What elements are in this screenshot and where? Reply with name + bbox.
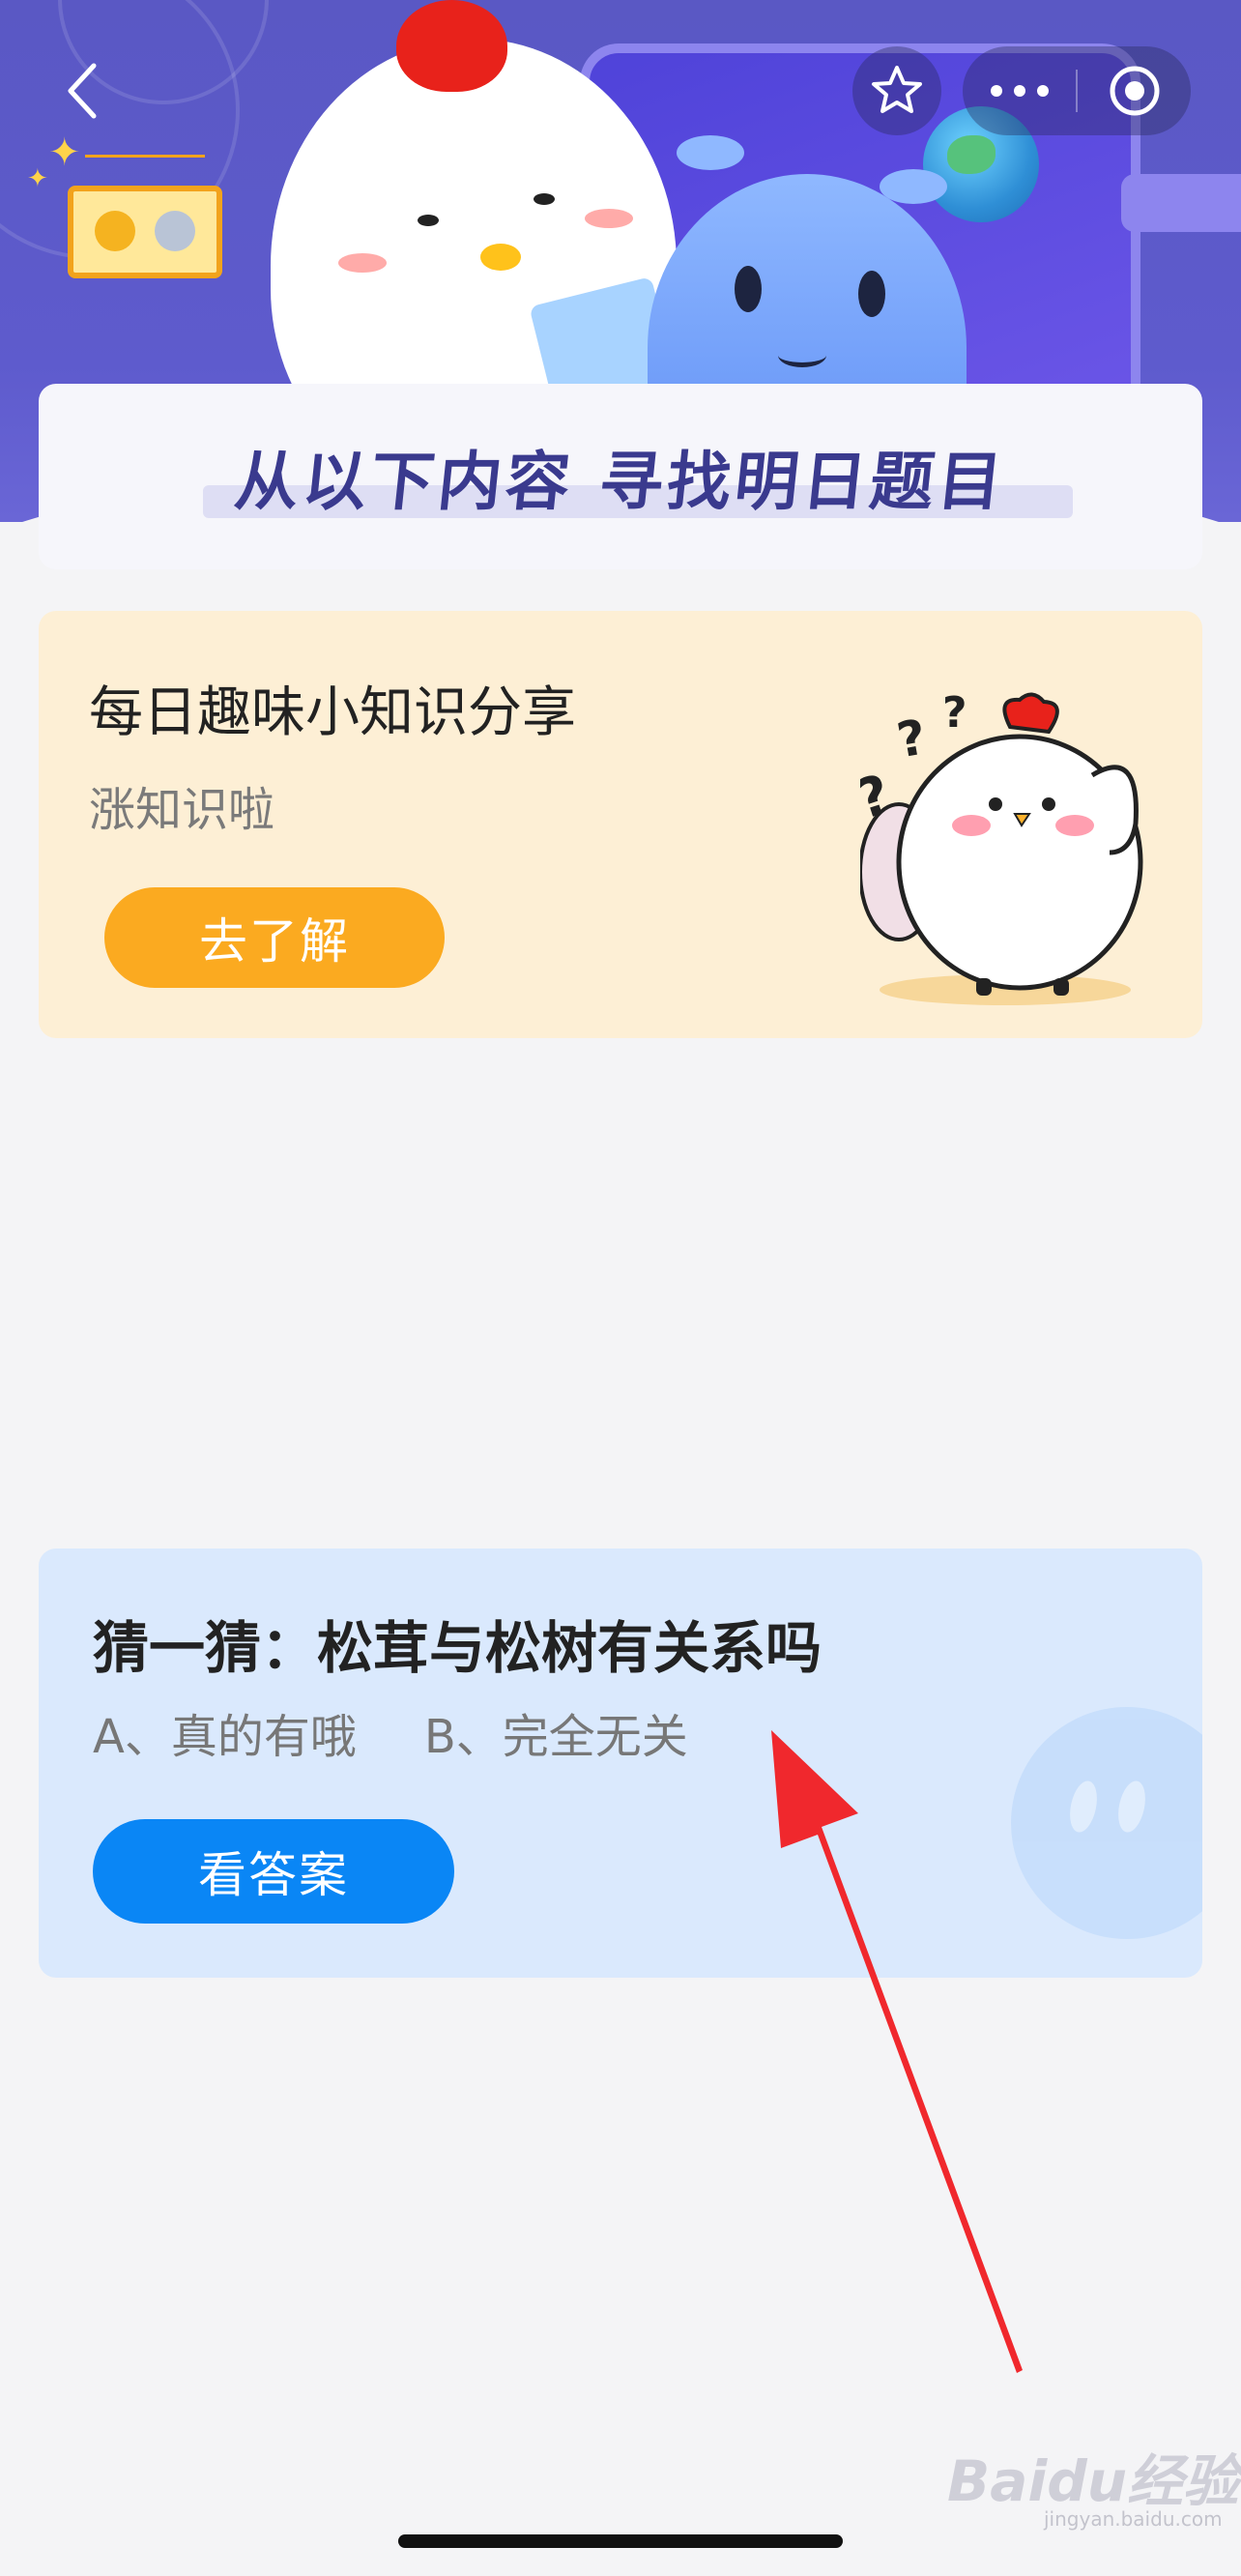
favorite-button[interactable] bbox=[852, 46, 941, 135]
sparkle-icon: ✦ bbox=[27, 164, 48, 193]
home-indicator bbox=[398, 2534, 843, 2548]
quiz-question: 猜一猜：松茸与松树有关系吗 bbox=[93, 1615, 823, 1681]
fun-knowledge-card: 每日趣味小知识分享 涨知识啦 去了解 ? ? ? bbox=[39, 611, 1202, 1038]
star-icon bbox=[872, 66, 922, 113]
alien-mouth bbox=[778, 343, 826, 367]
page: ✦ ✦ 从以下内容 寻找明日题目 每日趣味小知识分享 涨知识啦 去了解 ? ? … bbox=[0, 0, 1241, 2576]
bubble-eye bbox=[1065, 1778, 1102, 1836]
alien-antenna bbox=[677, 135, 744, 170]
gold-medal-icon bbox=[95, 211, 135, 251]
close-miniprogram-button[interactable] bbox=[1078, 46, 1191, 135]
alien-eye bbox=[858, 271, 885, 317]
banner-title-strip: 从以下内容 寻找明日题目 bbox=[39, 384, 1202, 569]
learn-more-button[interactable]: 去了解 bbox=[104, 887, 445, 988]
chevron-left-icon bbox=[68, 63, 97, 119]
chick-beak bbox=[480, 244, 521, 271]
chick-cheek bbox=[585, 209, 633, 228]
silver-medal-icon bbox=[155, 211, 195, 251]
thinking-chick-illustration: ? ? ? bbox=[860, 688, 1143, 1005]
target-circle-icon bbox=[1110, 66, 1159, 116]
more-button[interactable] bbox=[963, 46, 1076, 135]
back-button[interactable] bbox=[58, 56, 106, 126]
svg-text:?: ? bbox=[860, 763, 898, 832]
svg-text:?: ? bbox=[942, 688, 967, 738]
baidu-watermark: Baidu经验 bbox=[947, 2448, 1240, 2514]
illustration-panel bbox=[1121, 174, 1241, 232]
red-arrow-annotation bbox=[771, 1730, 1023, 2373]
fun-card-subtitle: 涨知识啦 bbox=[89, 783, 275, 837]
quiz-options: A、真的有哦 B、完全无关 bbox=[93, 1698, 688, 1766]
baidu-watermark-url: jingyan.baidu.com bbox=[1044, 2507, 1223, 2531]
quiz-option-a: A、真的有哦 bbox=[93, 1710, 357, 1764]
miniprogram-capsule bbox=[963, 46, 1191, 135]
chick-eye bbox=[534, 193, 555, 205]
chick-cheek bbox=[338, 253, 387, 273]
quiz-card: 猜一猜：松茸与松树有关系吗 A、真的有哦 B、完全无关 看答案 bbox=[39, 1548, 1202, 1978]
quiz-option-b: B、完全无关 bbox=[423, 1710, 688, 1764]
more-dots-icon bbox=[990, 85, 1049, 97]
bubble-eye bbox=[1113, 1778, 1150, 1836]
banner-title: 从以下内容 寻找明日题目 bbox=[230, 445, 1009, 519]
sparkle-icon: ✦ bbox=[48, 130, 81, 175]
medal-board bbox=[68, 186, 222, 278]
chat-bubble-icon bbox=[1011, 1707, 1202, 1939]
alien-eye bbox=[735, 266, 762, 312]
chick-comb bbox=[396, 0, 507, 92]
svg-text:?: ? bbox=[893, 709, 931, 768]
chick-eye bbox=[418, 215, 439, 226]
fun-card-title: 每日趣味小知识分享 bbox=[89, 681, 576, 744]
view-answer-button[interactable]: 看答案 bbox=[93, 1819, 454, 1924]
